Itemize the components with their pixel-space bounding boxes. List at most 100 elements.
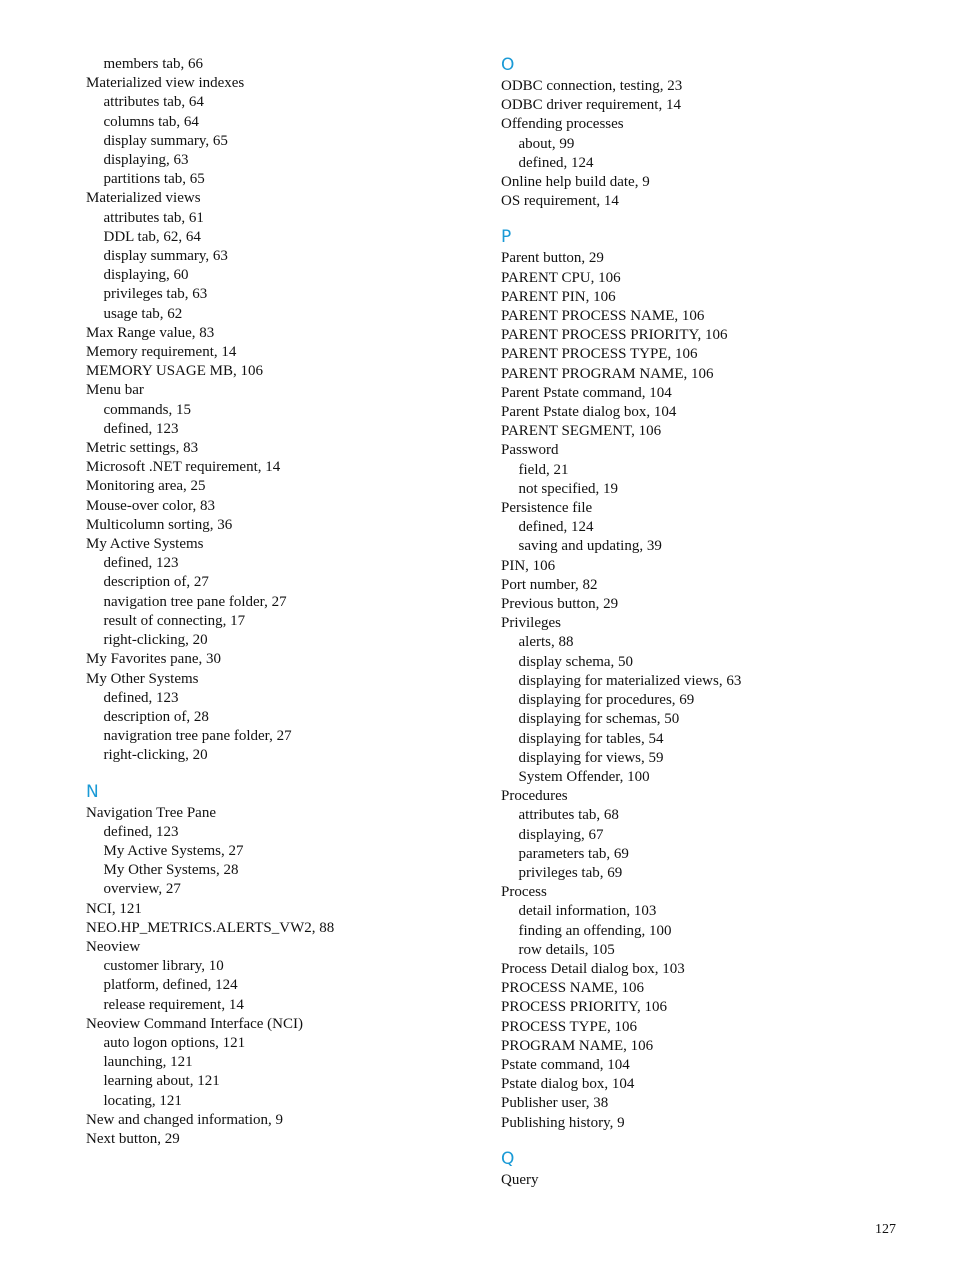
- index-entry: PIN, 106: [501, 557, 556, 574]
- index-column-right: O ODBC connection, testing, 23 ODBC driver…: [501, 55, 921, 1190]
- index-subentry: DDL tab, 62, 64: [103, 228, 201, 245]
- index-entry: Port number, 82: [501, 576, 598, 593]
- index-subentry: System Offender, 100: [518, 768, 650, 785]
- index-entry: Procedures: [501, 788, 568, 805]
- index-entry: Offending processes: [501, 116, 624, 133]
- index-entry: NEO.HP_METRICS.ALERTS_VW2, 88: [86, 919, 335, 936]
- index-subentry: overview, 27: [103, 881, 181, 898]
- index-entry: Persistence file: [501, 500, 593, 517]
- index-subentry: navigation tree pane folder, 27: [103, 593, 287, 610]
- index-entry: Password: [501, 442, 559, 459]
- index-subentry: launching, 121: [103, 1054, 193, 1071]
- index-entry: Metric settings, 83: [86, 440, 199, 457]
- index-entry: PROCESS PRIORITY, 106: [501, 999, 668, 1016]
- index-subentry: displaying for views, 59: [518, 749, 664, 766]
- index-entry: New and changed information, 9: [86, 1111, 284, 1128]
- index-subentry: display schema, 50: [518, 653, 634, 670]
- index-subentry: finding an offending, 100: [518, 922, 672, 939]
- index-subentry: displaying, 63: [103, 152, 189, 169]
- index-entry: NCI, 121: [86, 900, 142, 917]
- index-subentry: usage tab, 62: [103, 305, 183, 322]
- index-subentry: displaying for schemas, 50: [518, 711, 680, 728]
- index-subentry: members tab, 66: [103, 56, 204, 72]
- index-subentry: display summary, 65: [103, 132, 228, 149]
- index-subentry: release requirement, 14: [103, 996, 244, 1013]
- index-entry: Process Detail dialog box, 103: [501, 960, 685, 977]
- index-entry: ODBC driver requirement, 14: [501, 97, 681, 114]
- index-letter-heading: P: [501, 227, 512, 248]
- index-subentry: privileges tab, 69: [518, 864, 623, 881]
- index-entry: MEMORY USAGE MB, 106: [86, 363, 263, 380]
- index-entry: Max Range value, 83: [86, 324, 215, 341]
- index-entry: Mouse-over color, 83: [86, 497, 215, 514]
- index-entry: Pstate command, 104: [501, 1056, 630, 1073]
- index-subentry: displaying for materialized views, 63: [518, 672, 742, 689]
- index-subentry: defined, 124: [518, 154, 594, 171]
- index-column-left: members tab, 66 Materialized view indexes…: [86, 55, 466, 1149]
- index-subentry: navigration tree pane folder, 27: [103, 728, 292, 745]
- index-entry: Online help build date, 9: [501, 174, 650, 191]
- index-entry: Neoview Command Interface (NCI): [86, 1015, 304, 1032]
- index-entry: PARENT PROCESS NAME, 106: [501, 308, 705, 325]
- index-entry: Monitoring area, 25: [86, 478, 206, 495]
- index-subentry: columns tab, 64: [103, 113, 199, 130]
- index-entry: PROCESS TYPE, 106: [501, 1018, 638, 1035]
- index-subentry: My Other Systems, 28: [103, 862, 239, 879]
- index-entry: Pstate dialog box, 104: [501, 1076, 635, 1093]
- index-subentry: description of, 27: [103, 574, 209, 591]
- index-subentry: right-clicking, 20: [103, 632, 208, 649]
- index-entry: PARENT CPU, 106: [501, 269, 621, 286]
- index-subentry: about, 99: [518, 135, 575, 152]
- index-subentry: defined, 123: [103, 823, 179, 840]
- index-letter-heading: N: [86, 781, 99, 802]
- index-entry: Next button, 29: [86, 1130, 180, 1147]
- index-subentry: commands, 15: [103, 401, 192, 418]
- index-entry: PARENT PROGRAM NAME, 106: [501, 365, 714, 382]
- index-entry: Publisher user, 38: [501, 1095, 609, 1112]
- index-subentry: platform, defined, 124: [103, 977, 238, 994]
- index-subentry: alerts, 88: [518, 634, 574, 651]
- index-subentry: field, 21: [518, 461, 569, 478]
- index-entry: PARENT PROCESS TYPE, 106: [501, 346, 698, 363]
- index-letter-heading: Q: [501, 1148, 515, 1169]
- index-subentry: result of connecting, 17: [103, 612, 246, 629]
- index-subentry: partitions tab, 65: [103, 171, 205, 188]
- index-entry: Parent Pstate command, 104: [501, 384, 672, 401]
- index-entry: Microsoft .NET requirement, 14: [86, 459, 281, 476]
- index-subentry: displaying for procedures, 69: [518, 692, 695, 709]
- index-subentry: displaying for tables, 54: [518, 730, 664, 747]
- index-entry: Parent Pstate dialog box, 104: [501, 404, 677, 421]
- index-subentry: detail information, 103: [518, 903, 657, 920]
- index-subentry: learning about, 121: [103, 1073, 220, 1090]
- index-entry: Materialized view indexes: [86, 75, 245, 92]
- index-entry: PARENT PROCESS PRIORITY, 106: [501, 327, 728, 344]
- index-subentry: displaying, 60: [103, 267, 189, 284]
- index-entry: Privileges: [501, 615, 561, 632]
- index-entry: Multicolumn sorting, 36: [86, 516, 233, 533]
- index-entry: Menu bar: [86, 382, 144, 399]
- index-entry: Publishing history, 9: [501, 1114, 625, 1131]
- index-entry: My Favorites pane, 30: [86, 651, 221, 668]
- index-entry: Memory requirement, 14: [86, 344, 237, 361]
- index-entry: PARENT PIN, 106: [501, 288, 616, 305]
- index-subentry: customer library, 10: [103, 958, 224, 975]
- index-subentry: attributes tab, 68: [518, 807, 619, 824]
- index-subentry: not specified, 19: [518, 480, 619, 497]
- index-subentry: auto logon options, 121: [103, 1034, 246, 1051]
- index-subentry: locating, 121: [103, 1092, 182, 1109]
- index-entry: Process: [501, 884, 547, 901]
- index-subentry: row details, 105: [518, 941, 615, 958]
- index-entry: OS requirement, 14: [501, 193, 619, 210]
- index-subentry: displaying, 67: [518, 826, 604, 843]
- index-subentry: My Active Systems, 27: [103, 842, 244, 859]
- index-entry: ODBC connection, testing, 23: [501, 78, 683, 94]
- index-subentry: privileges tab, 63: [103, 286, 208, 303]
- index-subentry: defined, 123: [103, 689, 179, 706]
- index-subentry: attributes tab, 64: [103, 94, 204, 111]
- index-entry: Parent button, 29: [501, 250, 604, 267]
- index-subentry: saving and updating, 39: [518, 538, 662, 555]
- index-entry: Navigation Tree Pane: [86, 804, 216, 821]
- index-entry: Previous button, 29: [501, 596, 619, 613]
- index-entry: PROCESS NAME, 106: [501, 980, 644, 997]
- index-entry: PARENT SEGMENT, 106: [501, 423, 662, 440]
